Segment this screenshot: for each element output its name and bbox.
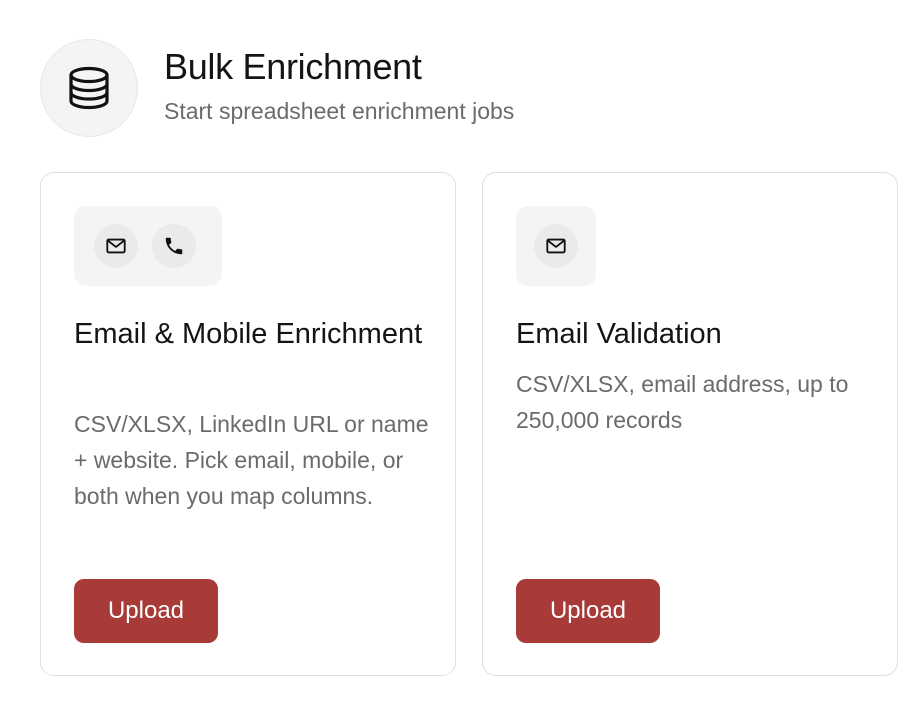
bulk-enrichment-page: Bulk Enrichment Start spreadsheet enrich… [0, 0, 914, 724]
card-icon-group [74, 206, 222, 286]
email-mobile-enrichment-card: Email & Mobile Enrichment CSV/XLSX, Link… [40, 172, 456, 676]
upload-button[interactable]: Upload [74, 579, 218, 643]
page-header: Bulk Enrichment Start spreadsheet enrich… [40, 39, 514, 137]
card-title: Email & Mobile Enrichment [74, 318, 423, 350]
header-text: Bulk Enrichment Start spreadsheet enrich… [164, 45, 514, 125]
card-description: CSV/XLSX, email address, up to 250,000 r… [516, 371, 849, 433]
email-validation-card: Email Validation CSV/XLSX, email address… [482, 172, 898, 676]
card-description: CSV/XLSX, LinkedIn URL or name + website… [74, 411, 429, 509]
page-subtitle: Start spreadsheet enrichment jobs [164, 98, 515, 124]
phone-icon [152, 224, 196, 268]
upload-button[interactable]: Upload [516, 579, 660, 643]
card-title: Email Validation [516, 318, 722, 350]
database-icon [40, 39, 138, 137]
mail-icon [94, 224, 138, 268]
mail-icon [534, 224, 578, 268]
card-icon-group [516, 206, 596, 286]
page-title: Bulk Enrichment [164, 46, 422, 87]
